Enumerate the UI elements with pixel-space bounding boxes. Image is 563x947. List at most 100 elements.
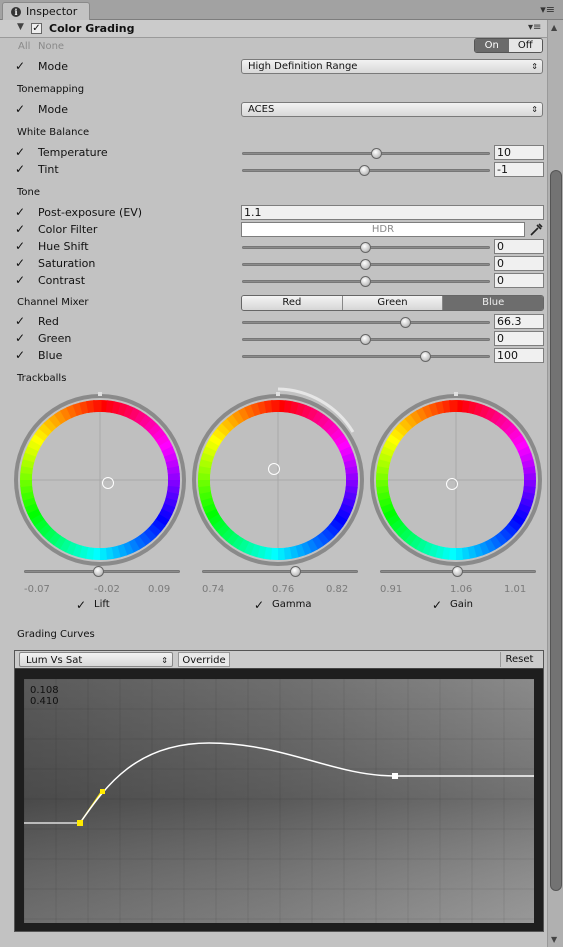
hue-shift-field[interactable]: 0 xyxy=(494,239,544,254)
dropdown-arrow-icon: ⇕ xyxy=(531,105,538,114)
temperature-field[interactable]: 10 xyxy=(494,145,544,160)
channel-tab-blue[interactable]: Blue xyxy=(443,296,543,310)
trackball-checkbox-lift[interactable]: ✓ xyxy=(76,599,87,611)
tonemapping-mode-dropdown[interactable]: ACES ⇕ xyxy=(241,102,543,117)
mode-dropdown[interactable]: High Definition Range ⇕ xyxy=(241,59,543,74)
reset-button[interactable]: Reset xyxy=(500,652,538,667)
red-slider-track[interactable] xyxy=(242,321,490,324)
blue-checkbox[interactable]: ✓ xyxy=(15,349,26,361)
trackball-handle[interactable] xyxy=(446,478,458,490)
saturation-field[interactable]: 0 xyxy=(494,256,544,271)
post-exposure-checkbox[interactable]: ✓ xyxy=(15,206,26,218)
green-label: Green xyxy=(38,332,72,345)
contrast-slider-knob[interactable] xyxy=(360,276,371,287)
mode-label: Mode xyxy=(38,60,68,73)
tonemapping-mode-value: ACES xyxy=(248,104,275,115)
curve-type-value: Lum Vs Sat xyxy=(26,655,83,666)
dropdown-arrow-icon: ⇕ xyxy=(161,656,168,665)
saturation-slider-knob[interactable] xyxy=(360,259,371,270)
trackball-checkbox-gamma[interactable]: ✓ xyxy=(254,599,265,611)
hue-shift-slider-knob[interactable] xyxy=(360,242,371,253)
foldout-arrow-icon[interactable]: ▼ xyxy=(17,22,24,32)
curve-point-selected[interactable] xyxy=(77,820,83,826)
component-menu-icon[interactable]: ▾≡ xyxy=(528,22,541,33)
trackball-wheel-lift[interactable] xyxy=(10,390,190,570)
none-link[interactable]: None xyxy=(38,41,64,52)
red-slider-knob[interactable] xyxy=(399,317,411,328)
curve-tangent-point[interactable] xyxy=(100,789,105,794)
tonemapping-mode-checkbox[interactable]: ✓ xyxy=(15,103,26,115)
color-filter-swatch[interactable]: HDR xyxy=(241,222,525,237)
channel-mixer-tabs[interactable]: Red Green Blue xyxy=(241,295,544,311)
trackball-tick-label: -0.02 xyxy=(94,584,120,595)
green-checkbox[interactable]: ✓ xyxy=(15,332,26,344)
curve-readout-y: 0.410 xyxy=(30,696,59,707)
trackball-tick-label: 0.82 xyxy=(326,584,349,595)
post-exposure-field[interactable]: 1.1 xyxy=(241,205,544,220)
tint-label: Tint xyxy=(38,163,59,176)
mode-value: High Definition Range xyxy=(248,61,358,72)
tonemapping-section-label: Tonemapping xyxy=(17,84,85,95)
tab-menu-icon[interactable]: ▾≡ xyxy=(540,3,555,16)
scrollbar[interactable]: ▲ ▼ xyxy=(547,20,563,947)
green-slider-knob[interactable] xyxy=(360,334,371,345)
curve-plot[interactable]: 0.108 0.410 xyxy=(24,679,534,923)
saturation-checkbox[interactable]: ✓ xyxy=(15,257,26,269)
green-field[interactable]: 0 xyxy=(494,331,544,346)
inspector-panel: ▼ ✓ Color Grading ▾≡ All None On Off ✓ M… xyxy=(0,20,547,947)
scrollbar-thumb[interactable] xyxy=(550,170,562,891)
scroll-up-icon[interactable]: ▲ xyxy=(551,23,557,32)
tab-label: Inspector xyxy=(26,5,78,18)
eyedropper-icon[interactable] xyxy=(528,222,543,237)
temperature-checkbox[interactable]: ✓ xyxy=(15,146,26,158)
trackball-slider-track[interactable] xyxy=(202,570,358,573)
channel-tab-red[interactable]: Red xyxy=(242,296,343,310)
temperature-slider-track[interactable] xyxy=(242,152,490,155)
channel-mixer-section-label: Channel Mixer xyxy=(17,297,89,308)
all-link[interactable]: All xyxy=(18,41,30,52)
trackball-tick-label: -0.07 xyxy=(24,584,50,595)
curve-type-dropdown[interactable]: Lum Vs Sat ⇕ xyxy=(19,652,173,667)
curve-point[interactable] xyxy=(392,773,398,779)
contrast-checkbox[interactable]: ✓ xyxy=(15,274,26,286)
trackball-label-gamma: Gamma xyxy=(272,599,312,610)
on-button[interactable]: On xyxy=(475,39,509,52)
override-button[interactable]: Override xyxy=(178,652,230,667)
scroll-down-icon[interactable]: ▼ xyxy=(551,935,557,944)
red-field[interactable]: 66.3 xyxy=(494,314,544,329)
info-icon: i xyxy=(11,6,21,17)
red-checkbox[interactable]: ✓ xyxy=(15,315,26,327)
trackball-slider-knob[interactable] xyxy=(452,566,463,577)
curve-editor[interactable]: Lum Vs Sat ⇕ Override Reset 0.108 0.410 xyxy=(14,650,544,932)
trackball-slider-knob[interactable] xyxy=(92,566,104,577)
channel-tab-green[interactable]: Green xyxy=(342,296,444,310)
color-filter-checkbox[interactable]: ✓ xyxy=(15,223,26,235)
trackball-handle[interactable] xyxy=(102,477,114,489)
blue-slider-knob[interactable] xyxy=(419,351,431,362)
tab-inspector[interactable]: i Inspector xyxy=(2,2,90,20)
dropdown-arrow-icon: ⇕ xyxy=(531,62,538,71)
tint-field[interactable]: -1 xyxy=(494,162,544,177)
saturation-label: Saturation xyxy=(38,257,96,270)
contrast-field[interactable]: 0 xyxy=(494,273,544,288)
trackball-handle[interactable] xyxy=(268,463,280,475)
hue-shift-checkbox[interactable]: ✓ xyxy=(15,240,26,252)
trackball-tick-label: 0.09 xyxy=(148,584,171,595)
component-header[interactable]: ▼ ✓ Color Grading ▾≡ xyxy=(0,20,547,38)
tint-checkbox[interactable]: ✓ xyxy=(15,163,26,175)
tab-bar: i Inspector ▾≡ xyxy=(0,0,563,20)
trackball-slider-knob[interactable] xyxy=(289,566,301,577)
temperature-slider-knob[interactable] xyxy=(371,148,383,159)
mode-checkbox[interactable]: ✓ xyxy=(15,60,26,72)
component-enabled-checkbox[interactable]: ✓ xyxy=(31,23,42,34)
tint-slider-knob[interactable] xyxy=(358,165,370,176)
off-button[interactable]: Off xyxy=(508,39,542,52)
blue-slider-track[interactable] xyxy=(242,355,490,358)
post-exposure-label: Post-exposure (EV) xyxy=(38,206,143,219)
red-label: Red xyxy=(38,315,59,328)
on-off-toggle[interactable]: On Off xyxy=(474,38,543,53)
blue-field[interactable]: 100 xyxy=(494,348,544,363)
trackball-wheel-gamma[interactable] xyxy=(188,390,368,570)
trackball-checkbox-gain[interactable]: ✓ xyxy=(432,599,443,611)
curve-readout-x: 0.108 xyxy=(30,685,59,696)
